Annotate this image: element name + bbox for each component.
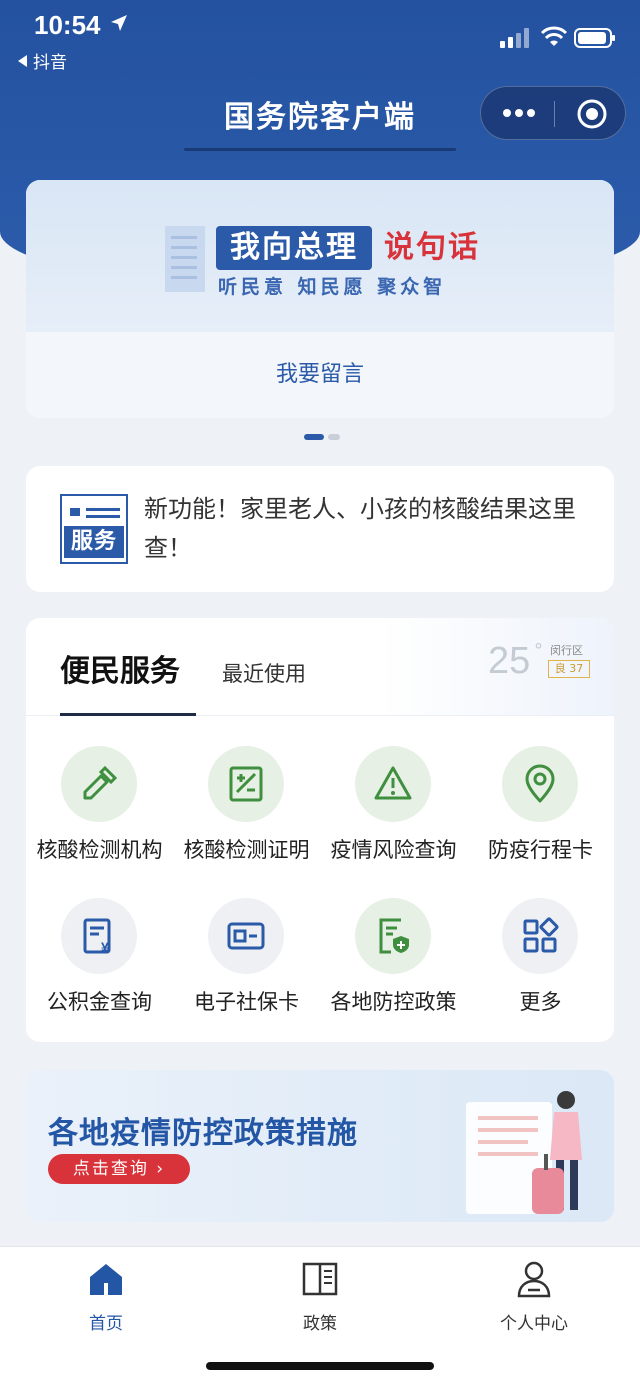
service-item-more[interactable]: 更多: [467, 898, 614, 1028]
tab-profile[interactable]: 个人中心: [474, 1259, 594, 1334]
service-item-social-security-card[interactable]: 电子社保卡: [173, 898, 320, 1028]
home-icon: [90, 1264, 122, 1295]
carousel-pager: [304, 434, 344, 442]
document-decoration-icon: [165, 226, 205, 292]
promo-title: 各地疫情防控政策措施: [48, 1116, 358, 1151]
premier-message-banner[interactable]: 我向总理 说句话 听民意 知民愿 聚众智 我要留言: [26, 180, 614, 418]
nucleic-result-notice[interactable]: 服务 新功能！家里老人、小孩的核酸结果这里查！: [26, 466, 614, 592]
service-item-testing-certificate[interactable]: 核酸检测证明: [173, 746, 320, 876]
air-quality-badge: 良 37: [548, 660, 590, 678]
wifi-icon: [540, 26, 568, 46]
slogan-subtitle: 听民意 知民愿 聚众智: [218, 276, 447, 298]
service-item-housing-fund[interactable]: ¥ 公积金查询: [26, 898, 173, 1028]
slogan-primary: 我向总理: [216, 226, 372, 270]
pager-dot-active: [304, 434, 324, 440]
status-time: 10:54: [34, 10, 101, 40]
battery-icon: [574, 28, 615, 48]
book-icon: [302, 1262, 338, 1296]
weather-degree: °: [534, 640, 543, 661]
banner-image: 我向总理 说句话 听民意 知民愿 聚众智: [26, 180, 614, 332]
shield-document-icon: [379, 918, 409, 954]
service-item-label: 防疫行程卡: [488, 838, 593, 862]
svg-text:¥: ¥: [101, 939, 109, 955]
service-item-label: 公积金查询: [47, 990, 152, 1014]
service-item-risk-query[interactable]: 疫情风险查询: [320, 746, 467, 876]
weather-temperature: 25: [488, 640, 531, 682]
status-bar: 10:54 抖音: [0, 0, 640, 80]
back-triangle-icon: [18, 55, 27, 67]
location-pin-icon: [525, 764, 555, 803]
back-to-app-link[interactable]: 抖音: [18, 48, 67, 73]
slogan-secondary: 说句话: [384, 230, 480, 265]
dropper-icon: [83, 765, 118, 800]
service-item-testing-institutions[interactable]: 核酸检测机构: [26, 746, 173, 876]
service-item-label: 更多: [519, 990, 562, 1014]
person-icon: [517, 1261, 551, 1298]
service-icon-label: 服务: [64, 526, 124, 558]
convenience-services-card: 便民服务 最近使用 25 ° 闵行区 良 37 核酸检测机构 核酸检测证明 疫情…: [26, 618, 614, 1042]
services-header: 便民服务 最近使用 25 ° 闵行区 良 37: [26, 618, 614, 716]
pager-dot: [328, 434, 340, 440]
service-item-label: 各地防控政策: [330, 990, 457, 1014]
service-item-label: 核酸检测证明: [183, 838, 310, 862]
miniprogram-capsule: [480, 86, 626, 140]
home-indicator[interactable]: [206, 1362, 434, 1370]
nav-divider: [184, 148, 456, 151]
grid-more-icon: [523, 917, 559, 953]
service-icon: 服务: [60, 494, 128, 564]
cellular-signal-icon: [500, 28, 529, 48]
fund-document-icon: ¥: [83, 918, 111, 955]
tab-label: 政策: [303, 1314, 337, 1334]
leave-message-button[interactable]: 我要留言: [26, 332, 614, 418]
back-app-label: 抖音: [33, 53, 67, 73]
service-item-label: 电子社保卡: [194, 990, 299, 1014]
location-arrow-icon: [111, 15, 127, 31]
tab-recently-used[interactable]: 最近使用: [222, 658, 306, 688]
epidemic-policy-banner[interactable]: 各地疫情防控政策措施 点击查询 ›: [26, 1070, 614, 1222]
warning-icon: [374, 766, 412, 800]
weather-district: 闵行区: [550, 644, 583, 657]
tab-convenience-services[interactable]: 便民服务: [60, 646, 180, 690]
certificate-icon: [229, 766, 263, 802]
more-dots-icon[interactable]: [501, 103, 537, 123]
tab-label: 个人中心: [500, 1314, 568, 1334]
notice-text: 新功能！家里老人、小孩的核酸结果这里查！: [144, 495, 576, 562]
capsule-divider: [554, 101, 555, 127]
service-item-itinerary-card[interactable]: 防疫行程卡: [467, 746, 614, 876]
tab-policy[interactable]: 政策: [260, 1259, 380, 1334]
tab-label: 首页: [89, 1314, 123, 1334]
service-item-local-policies[interactable]: 各地防控政策: [320, 898, 467, 1028]
close-target-icon[interactable]: [576, 98, 608, 130]
traveler-illustration: [466, 1091, 582, 1214]
promo-query-button[interactable]: 点击查询 ›: [48, 1154, 190, 1184]
service-item-label: 疫情风险查询: [330, 838, 457, 862]
tab-home[interactable]: 首页: [46, 1259, 166, 1334]
service-item-label: 核酸检测机构: [36, 838, 163, 862]
id-card-icon: [227, 922, 265, 950]
active-tab-indicator: [60, 713, 196, 716]
